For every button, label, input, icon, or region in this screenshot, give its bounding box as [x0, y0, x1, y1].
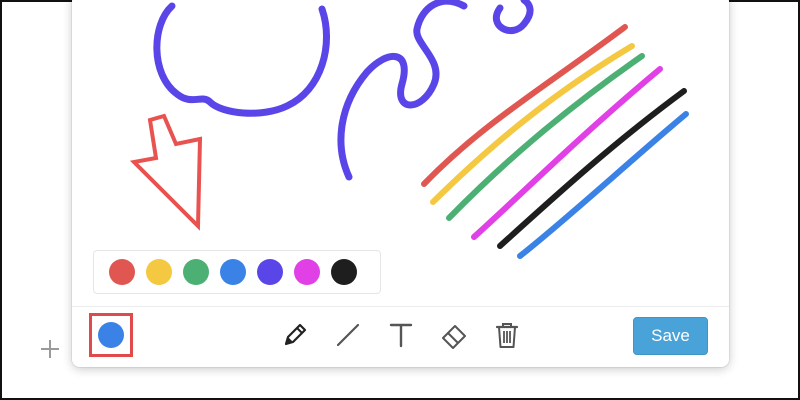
bottom-toolbar: Save	[72, 306, 729, 367]
stroke-purple-squiggle	[337, 0, 468, 181]
app-frame: Save	[0, 0, 800, 400]
stroke-yellow	[430, 43, 635, 205]
eraser-icon[interactable]	[439, 320, 469, 350]
stroke-purple-small-circle	[492, 0, 534, 35]
trash-icon[interactable]	[492, 320, 522, 350]
arrow-annotation	[129, 113, 203, 231]
color-swatch-red[interactable]	[109, 259, 135, 285]
stroke-blue	[517, 111, 689, 259]
color-swatch-blue[interactable]	[220, 259, 246, 285]
text-icon[interactable]	[386, 320, 416, 350]
color-swatch-yellow[interactable]	[146, 259, 172, 285]
color-swatch-magenta[interactable]	[294, 259, 320, 285]
pencil-icon[interactable]	[280, 320, 310, 350]
stroke-magenta	[471, 66, 663, 240]
color-swatch-green[interactable]	[183, 259, 209, 285]
color-swatch-purple[interactable]	[257, 259, 283, 285]
drawing-canvas[interactable]	[72, 0, 729, 306]
color-swatch-black[interactable]	[331, 259, 357, 285]
line-icon[interactable]	[333, 320, 363, 350]
color-palette	[93, 250, 381, 294]
stroke-purple-circle	[153, 2, 331, 117]
save-button[interactable]: Save	[633, 317, 708, 355]
add-icon[interactable]	[38, 337, 62, 361]
drawing-board: Save	[72, 0, 729, 367]
current-color-dot	[98, 322, 124, 348]
current-color-button[interactable]	[89, 313, 133, 357]
